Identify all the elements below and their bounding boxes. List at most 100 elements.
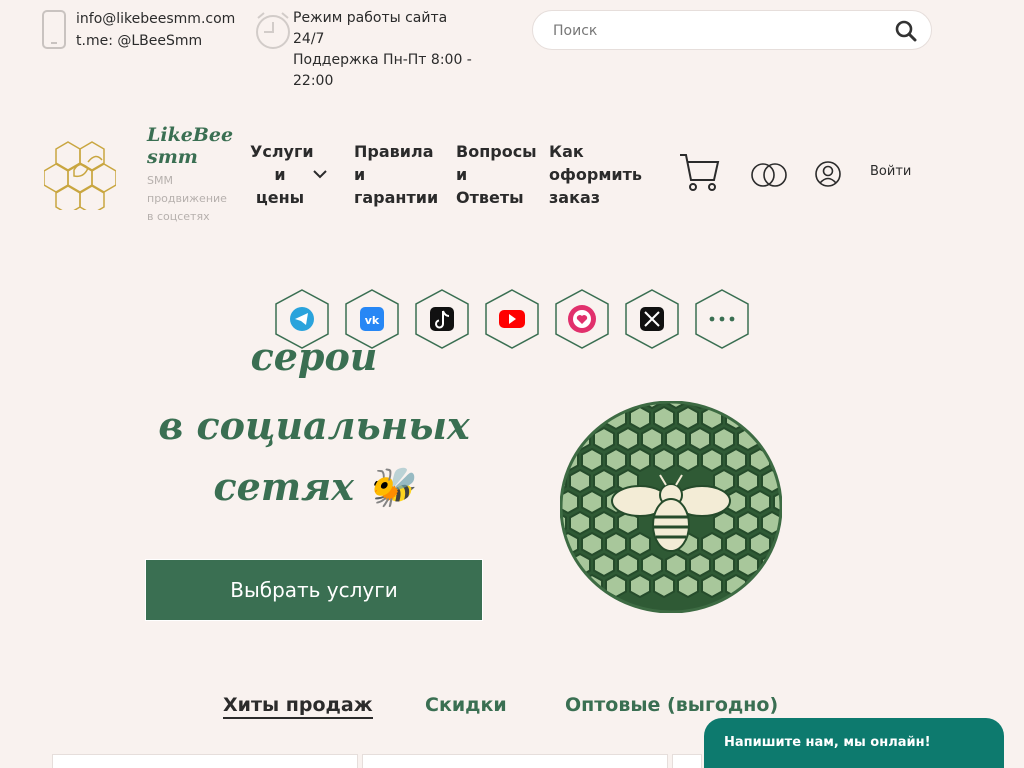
honeycomb-cell [773, 447, 781, 473]
honeycomb-cell [653, 573, 675, 599]
hours-site: Режим работы сайта 24/7 [293, 10, 448, 47]
honeycomb-cell [569, 468, 591, 494]
choose-services-button[interactable]: Выбрать услуги [145, 559, 483, 621]
honeycomb-cell [713, 426, 735, 452]
product-card[interactable] [672, 754, 702, 768]
topbar: info@likebeesmm.com t.me: @LBeeSmm Режим… [0, 0, 1024, 89]
tab-bestsellers[interactable]: Хиты продаж [223, 694, 373, 719]
honeycomb-cell [641, 552, 663, 578]
honeycomb-cell [761, 552, 781, 578]
bee-honeycomb-illustration [560, 401, 782, 613]
honeycomb-cell [561, 405, 579, 431]
honeycomb-cell [593, 402, 615, 410]
honeycomb-cell [605, 531, 627, 557]
honeycomb-cell [749, 447, 771, 473]
brand-name[interactable]: LikeBee smm [147, 124, 233, 168]
clock-icon [256, 12, 290, 49]
working-hours: Режим работы сайта 24/7 Поддержка Пн-Пт … [293, 8, 483, 92]
honeycomb-cell [653, 405, 675, 431]
honeycomb-cell [605, 405, 627, 431]
honeycomb-cell [569, 510, 591, 536]
honeycomb-cell [629, 531, 651, 557]
honeycomb-cell [617, 552, 639, 578]
honeycomb-cell [713, 510, 735, 536]
honeycomb-cell [641, 426, 663, 452]
hero-heading-partial: серой раскрутки [140, 349, 488, 383]
chat-widget-button[interactable]: Напишите нам, мы онлайн! [704, 718, 1004, 768]
product-card[interactable] [362, 754, 668, 768]
honeycomb-cell [605, 447, 627, 473]
honeycomb-cell [749, 489, 771, 515]
logo-icon[interactable] [44, 140, 116, 210]
honeycomb-cell [569, 402, 591, 410]
search-icon[interactable] [895, 20, 917, 42]
honeycomb-cell [581, 531, 603, 557]
honeycomb-cell [665, 552, 687, 578]
honeycomb-cell [713, 552, 735, 578]
honeycomb-cell [629, 447, 651, 473]
phone-icon [42, 10, 66, 49]
honeycomb-cell [677, 405, 699, 431]
honeycomb-cell [689, 426, 711, 452]
honeycomb-cell [561, 402, 567, 410]
nav-rules[interactable]: Правила и гарантии [354, 140, 444, 209]
honeycomb-cell [581, 447, 603, 473]
hero-line-3: сетях 🐝 [213, 464, 415, 509]
hero-line-1: серой раскрутки [250, 349, 378, 379]
honeycomb-cell [713, 402, 735, 410]
honeycomb-cell [593, 468, 615, 494]
tab-discounts[interactable]: Скидки [425, 694, 507, 716]
honeycomb-cell [725, 447, 747, 473]
honeycomb-cell [725, 531, 747, 557]
honeycomb-cell [593, 510, 615, 536]
product-card[interactable] [52, 754, 358, 768]
honeycomb-cell [701, 573, 723, 599]
honeycomb-cell [773, 573, 781, 599]
honeycomb-cell [593, 552, 615, 578]
contact-info: info@likebeesmm.com t.me: @LBeeSmm [76, 8, 235, 52]
honeycomb-cell [617, 426, 639, 452]
honeycomb-cell [761, 402, 781, 410]
hours-support: Поддержка Пн-Пт 8:00 - 22:00 [293, 52, 472, 89]
honeycomb-cell [701, 531, 723, 557]
svg-text:vk: vk [365, 314, 380, 327]
honeycomb-cell [581, 489, 603, 515]
honeycomb-cell [701, 447, 723, 473]
currency-icon[interactable] [750, 162, 788, 188]
social-more[interactable] [695, 289, 749, 349]
honeycomb-cell [737, 468, 759, 494]
honeycomb-cell [653, 447, 675, 473]
email-link[interactable]: info@likebeesmm.com [76, 8, 235, 30]
honeycomb-cell [561, 426, 567, 452]
social-x[interactable] [625, 289, 679, 349]
social-youtube[interactable] [485, 289, 539, 349]
social-telegram[interactable] [275, 289, 329, 349]
telegram-link[interactable]: t.me: @LBeeSmm [76, 30, 235, 52]
nav-services[interactable]: Услуги и цены [250, 140, 314, 209]
user-icon[interactable] [814, 160, 842, 188]
honeycomb-cell [749, 405, 771, 431]
nav-how-to-order[interactable]: Как оформить заказ [549, 140, 649, 209]
honeycomb-cell [677, 573, 699, 599]
social-tiktok[interactable] [415, 289, 469, 349]
honeycomb-cell [749, 531, 771, 557]
hero-line-2: в социальных [158, 403, 470, 448]
honeycomb-cell [665, 426, 687, 452]
social-vk[interactable]: vk [345, 289, 399, 349]
honeycomb-cell [561, 552, 567, 578]
search-box [532, 10, 932, 50]
honeycomb-cell [689, 552, 711, 578]
honeycomb-cell [737, 402, 759, 410]
honeycomb-cell [737, 510, 759, 536]
chevron-down-icon[interactable] [312, 166, 328, 182]
honeycomb-cell [629, 573, 651, 599]
login-link[interactable]: Войти [870, 164, 911, 179]
search-input[interactable] [553, 19, 883, 43]
honeycomb-cell [561, 573, 579, 599]
nav-faq[interactable]: Вопросы и Ответы [456, 140, 537, 209]
social-instagram[interactable] [555, 289, 609, 349]
cart-icon[interactable] [678, 152, 720, 192]
tab-wholesale[interactable]: Оптовые (выгодно) [565, 694, 778, 716]
honeycomb-cell [761, 426, 781, 452]
honeycomb-cell [773, 405, 781, 431]
